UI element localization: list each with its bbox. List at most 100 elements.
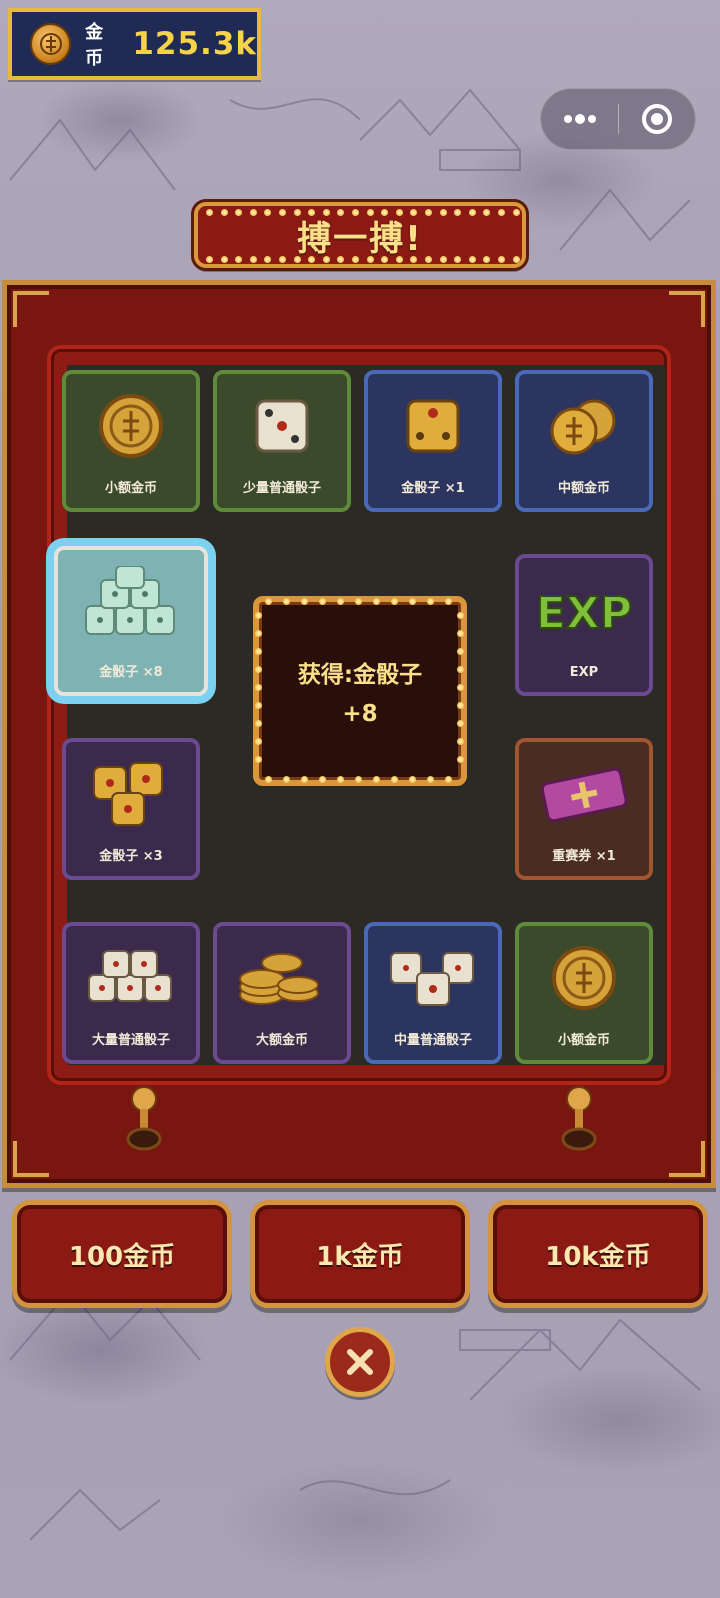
light-bulb bbox=[301, 598, 308, 605]
prize-tile: 大量普通骰子 bbox=[62, 922, 200, 1064]
prize-tile: 中额金币 bbox=[515, 370, 653, 512]
light-bulb bbox=[249, 256, 257, 263]
light-bulb bbox=[255, 612, 262, 619]
prize-tile: 小额金币 bbox=[515, 922, 653, 1064]
dice-icon bbox=[255, 399, 309, 452]
light-bulb bbox=[457, 738, 464, 745]
light-bulb bbox=[391, 776, 398, 783]
prize-tile: 中量普通骰子 bbox=[364, 922, 502, 1064]
light-bulb bbox=[512, 256, 520, 263]
light-bulb bbox=[337, 598, 344, 605]
light-bulb bbox=[457, 702, 464, 709]
light-bulb bbox=[255, 720, 262, 727]
light-bulb bbox=[308, 256, 316, 263]
light-bulb bbox=[427, 776, 434, 783]
light-bulb bbox=[279, 209, 286, 216]
light-bulb bbox=[255, 630, 262, 637]
bet-label: 100金币 bbox=[68, 1241, 176, 1272]
light-bulb bbox=[427, 598, 434, 605]
light-bulb bbox=[457, 612, 464, 619]
close-icon bbox=[347, 1349, 373, 1375]
light-bulb bbox=[457, 630, 464, 637]
light-bulb bbox=[483, 256, 491, 263]
light-bulb bbox=[255, 756, 262, 763]
light-bulb bbox=[483, 209, 491, 216]
light-bulb bbox=[206, 209, 213, 216]
corner-ornament bbox=[669, 1141, 705, 1177]
tile-label: 重赛券 ×1 bbox=[552, 849, 616, 864]
light-bulb bbox=[255, 702, 262, 709]
lever-right bbox=[561, 1086, 597, 1151]
tile-label: 小额金币 bbox=[104, 481, 157, 496]
prize-tile: 金骰子 ×1 bbox=[364, 370, 502, 512]
prize-tile: 重赛券 ×1 bbox=[515, 738, 653, 880]
dice-pile-icon bbox=[85, 565, 175, 635]
prize-tile: 小额金币 bbox=[62, 370, 200, 512]
tile-label: 中量普通骰子 bbox=[393, 1033, 472, 1048]
prize-tile: 大额金币 bbox=[213, 922, 351, 1064]
coin-icon bbox=[30, 23, 72, 65]
close-button[interactable] bbox=[325, 1327, 395, 1397]
light-bulb bbox=[322, 209, 330, 216]
light-bulb bbox=[255, 648, 262, 655]
tile-label: 小额金币 bbox=[557, 1033, 610, 1048]
light-bulb bbox=[206, 256, 213, 263]
coin-icon bbox=[552, 945, 616, 1010]
light-bulb bbox=[319, 598, 326, 605]
light-bulb bbox=[255, 666, 262, 673]
light-bulb bbox=[264, 256, 272, 263]
light-bulb bbox=[279, 256, 286, 263]
light-bulb bbox=[457, 684, 464, 691]
light-bulb bbox=[301, 776, 308, 783]
light-bulb bbox=[468, 209, 476, 216]
light-bulb bbox=[395, 209, 403, 216]
light-bulb bbox=[255, 684, 262, 691]
tile-label: 中额金币 bbox=[557, 481, 610, 496]
tile-label: 大量普通骰子 bbox=[91, 1033, 170, 1048]
bet-100-button[interactable]: 100金币 bbox=[12, 1200, 232, 1308]
light-bulb bbox=[457, 648, 464, 655]
light-bulb bbox=[425, 256, 432, 263]
light-bulb bbox=[283, 776, 290, 783]
prize-tile: EXP EXP bbox=[515, 554, 653, 696]
light-bulb bbox=[293, 209, 301, 216]
light-bulb bbox=[457, 666, 464, 673]
light-bulb bbox=[265, 598, 272, 605]
light-bulb bbox=[445, 776, 452, 783]
light-bulb bbox=[425, 209, 432, 216]
light-bulb bbox=[395, 256, 403, 263]
light-bulb bbox=[255, 738, 262, 745]
light-bulb bbox=[264, 209, 272, 216]
tile-label: 少量普通骰子 bbox=[242, 481, 321, 496]
light-bulb bbox=[381, 256, 389, 263]
result-display: 获得:金骰子 +8 bbox=[253, 596, 467, 786]
close-miniprogram-button[interactable] bbox=[619, 89, 695, 149]
light-bulb bbox=[319, 776, 326, 783]
light-bulb bbox=[322, 256, 330, 263]
light-bulb bbox=[498, 209, 505, 216]
corner-ornament bbox=[13, 1141, 49, 1177]
coin-value: 125.3k bbox=[132, 26, 257, 62]
light-bulb bbox=[439, 256, 447, 263]
tile-label: 金骰子 ×1 bbox=[401, 481, 465, 496]
dice-pile-icon bbox=[88, 949, 172, 1002]
bet-10k-button[interactable]: 10k金币 bbox=[488, 1200, 708, 1308]
light-bulb bbox=[283, 598, 290, 605]
light-bulb bbox=[410, 256, 418, 263]
light-bulb bbox=[235, 256, 243, 263]
light-bulb bbox=[409, 776, 416, 783]
result-amount: +8 bbox=[342, 701, 378, 727]
light-bulb bbox=[220, 209, 228, 216]
light-bulb bbox=[457, 720, 464, 727]
tile-label: EXP bbox=[569, 665, 599, 680]
light-bulb bbox=[366, 209, 374, 216]
more-dots-icon bbox=[563, 114, 596, 124]
bet-1k-button[interactable]: 1k金币 bbox=[250, 1200, 470, 1308]
tile-label: 大额金币 bbox=[255, 1033, 308, 1048]
light-bulb bbox=[373, 598, 380, 605]
more-menu-button[interactable] bbox=[541, 89, 618, 149]
light-bulb bbox=[352, 256, 359, 263]
target-icon bbox=[641, 104, 672, 134]
light-bulb bbox=[293, 256, 301, 263]
light-bulb bbox=[454, 209, 462, 216]
